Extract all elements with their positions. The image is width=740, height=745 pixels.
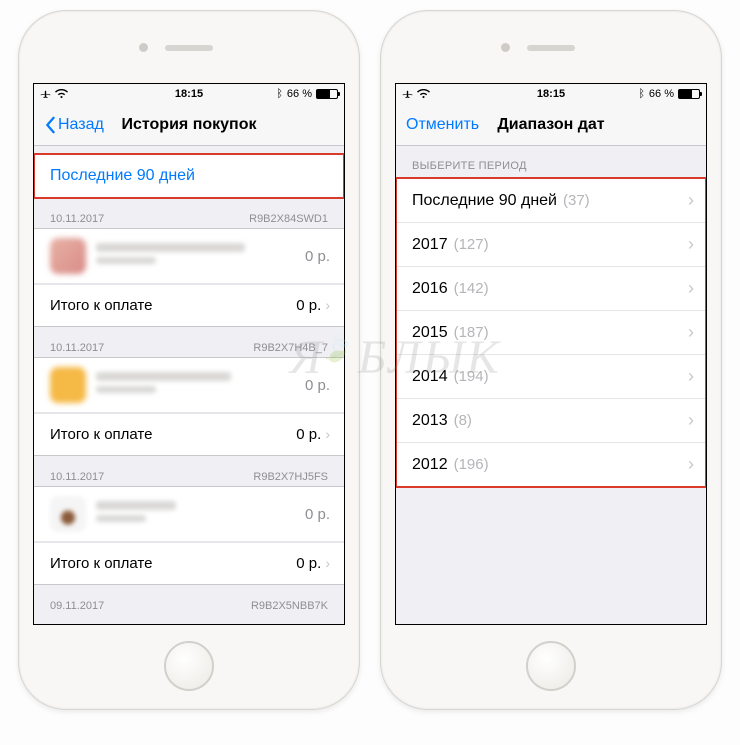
item-price: 0 р. — [305, 506, 330, 523]
total-row[interactable]: Итого к оплате 0 р.› — [34, 542, 344, 584]
phone-left: 18:15 ᛒ 66 % Назад История покупок После… — [18, 10, 360, 710]
app-icon — [50, 367, 86, 403]
home-button[interactable] — [526, 641, 576, 691]
item-price: 0 р. — [305, 377, 330, 394]
phone-right: 18:15 ᛒ 66 % Отменить Диапазон дат ВЫБЕР… — [380, 10, 722, 710]
chevron-right-icon: › — [325, 297, 330, 313]
airplane-mode-icon — [402, 89, 413, 100]
wifi-icon — [417, 89, 430, 99]
total-row[interactable]: Итого к оплате 0 р.› — [34, 413, 344, 455]
status-bar: 18:15 ᛒ 66 % — [34, 84, 344, 104]
battery-percent: 66 % — [287, 88, 312, 100]
chevron-right-icon: › — [325, 426, 330, 442]
chevron-right-icon: › — [688, 410, 694, 431]
order-id: R9B2X84SWD1 — [249, 213, 328, 225]
bluetooth-icon: ᛒ — [276, 88, 283, 100]
nav-bar-right: Отменить Диапазон дат — [396, 104, 706, 146]
purchase-date: 10.11.2017 — [50, 213, 104, 225]
purchase-section: 10.11.2017 R9B2X7HJ5FS 0 р. — [34, 468, 344, 585]
battery-icon — [678, 89, 700, 99]
status-bar: 18:15 ᛒ 66 % — [396, 84, 706, 104]
date-range-options: Последние 90 дней(37)› 2017(127)› 2016(1… — [396, 178, 706, 487]
date-range-option[interactable]: 2017(127)› — [396, 223, 706, 267]
back-button[interactable]: Назад — [44, 116, 104, 134]
status-time: 18:15 — [175, 88, 203, 100]
purchase-date: 09.11.2017 — [50, 600, 104, 612]
chevron-right-icon: › — [688, 278, 694, 299]
date-range-option[interactable]: 2014(194)› — [396, 355, 706, 399]
wifi-icon — [55, 89, 68, 99]
nav-bar-left: Назад История покупок — [34, 104, 344, 146]
home-button[interactable] — [164, 641, 214, 691]
chevron-right-icon: › — [688, 366, 694, 387]
total-row[interactable]: Итого к оплате 0 р.› — [34, 284, 344, 326]
chevron-right-icon: › — [325, 555, 330, 571]
section-caption: ВЫБЕРИТЕ ПЕРИОД — [396, 146, 706, 178]
order-id: R9B2X7H4B_7 — [253, 342, 328, 354]
date-range-option[interactable]: Последние 90 дней(37)› — [396, 179, 706, 223]
purchase-item[interactable]: 0 р. — [34, 229, 344, 284]
date-range-filter-row[interactable]: Последние 90 дней — [34, 154, 344, 198]
purchase-section: 09.11.2017 R9B2X5NBB7K — [34, 597, 344, 615]
chevron-right-icon: › — [688, 234, 694, 255]
screen-right: 18:15 ᛒ 66 % Отменить Диапазон дат ВЫБЕР… — [395, 83, 707, 625]
screen-left: 18:15 ᛒ 66 % Назад История покупок После… — [33, 83, 345, 625]
purchase-section: 10.11.2017 R9B2X7H4B_7 0 р. — [34, 339, 344, 456]
purchase-section: 10.11.2017 R9B2X84SWD1 0 р. — [34, 210, 344, 327]
battery-icon — [316, 89, 338, 99]
cancel-button[interactable]: Отменить — [406, 116, 479, 134]
order-id: R9B2X7HJ5FS — [253, 471, 328, 483]
date-range-option[interactable]: 2013(8)› — [396, 399, 706, 443]
date-range-option[interactable]: 2015(187)› — [396, 311, 706, 355]
status-time: 18:15 — [537, 88, 565, 100]
airplane-mode-icon — [40, 89, 51, 100]
page-title: История покупок — [122, 116, 257, 134]
battery-percent: 66 % — [649, 88, 674, 100]
date-range-option[interactable]: 2012(196)› — [396, 443, 706, 486]
chevron-right-icon: › — [688, 190, 694, 211]
purchase-date: 10.11.2017 — [50, 471, 104, 483]
purchase-item[interactable]: 0 р. — [34, 487, 344, 542]
chevron-right-icon: › — [688, 322, 694, 343]
app-icon — [50, 238, 86, 274]
page-title: Диапазон дат — [497, 116, 604, 134]
purchase-item[interactable]: 0 р. — [34, 358, 344, 413]
order-id: R9B2X5NBB7K — [251, 600, 328, 612]
chevron-left-icon — [44, 116, 56, 134]
bluetooth-icon: ᛒ — [638, 88, 645, 100]
chevron-right-icon: › — [688, 454, 694, 475]
app-icon — [50, 496, 86, 532]
date-range-option[interactable]: 2016(142)› — [396, 267, 706, 311]
purchase-date: 10.11.2017 — [50, 342, 104, 354]
item-price: 0 р. — [305, 248, 330, 265]
